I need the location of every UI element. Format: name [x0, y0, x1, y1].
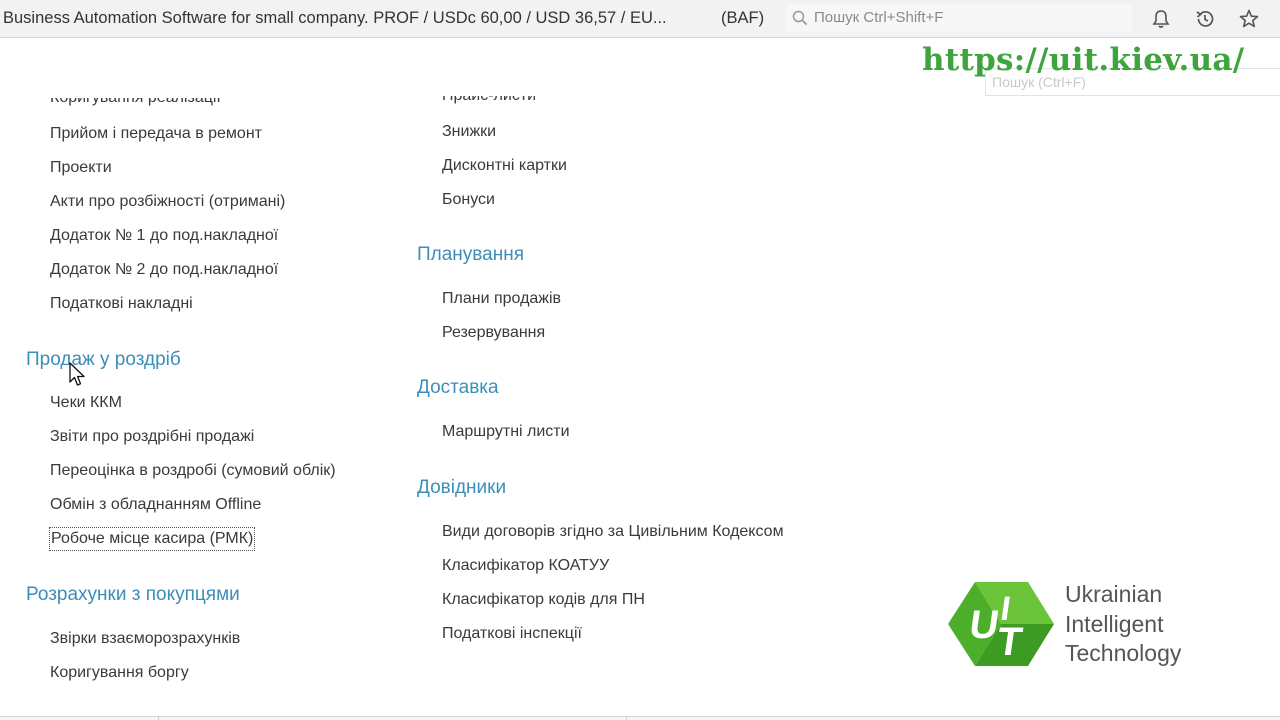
- menu-item-bonuses[interactable]: Бонуси: [442, 191, 495, 209]
- window-tag: (BAF): [721, 9, 765, 27]
- menu-item-discount-cards[interactable]: Дисконтні картки: [442, 157, 567, 175]
- menu-item-retail-reports[interactable]: Звіти про роздрібні продажі: [50, 428, 254, 446]
- uit-logo: U T I: [948, 582, 1054, 666]
- menu-item-appendix-2[interactable]: Додаток № 2 до под.накладної: [50, 261, 278, 279]
- star-icon[interactable]: [1238, 8, 1260, 30]
- menu-item-contract-types[interactable]: Види договорів згідно за Цивільним Кодек…: [442, 523, 784, 541]
- menu-item-koatuu[interactable]: Класифікатор КОАТУУ: [442, 557, 609, 575]
- menu-item-projects[interactable]: Проекти: [50, 159, 112, 177]
- section-retail-title: Продаж у роздріб: [26, 349, 181, 370]
- title-bar: Business Automation Software for small c…: [0, 0, 1280, 38]
- logo-line-2: Intelligent: [1065, 610, 1164, 637]
- mouse-cursor-icon: [69, 362, 85, 386]
- search-icon: [792, 10, 808, 26]
- menu-item-discrepancy-acts[interactable]: Акти про розбіжності (отримані): [50, 193, 285, 211]
- menu-item-sales-plans[interactable]: Плани продажів: [442, 290, 561, 308]
- status-divider: [158, 716, 159, 720]
- section-delivery-title: Доставка: [417, 377, 499, 398]
- menu-item-discounts[interactable]: Знижки: [442, 123, 496, 141]
- bell-icon[interactable]: [1150, 8, 1172, 30]
- menu-item-retail-revaluation[interactable]: Переоцінка в роздробі (сумовий облік): [50, 462, 336, 480]
- logo-line-3: Technology: [1065, 640, 1182, 666]
- menu-item-debt-adjustment[interactable]: Коригування боргу: [50, 664, 189, 682]
- history-icon[interactable]: [1194, 8, 1216, 30]
- section-references-title: Довідники: [417, 477, 507, 498]
- menu-item-offline-exchange[interactable]: Обмін з обладнанням Offline: [50, 496, 261, 514]
- status-divider: [626, 716, 627, 720]
- menu-item-repair[interactable]: Прийом і передача в ремонт: [50, 125, 262, 143]
- menu-item-kkm-receipts[interactable]: Чеки ККМ: [50, 394, 122, 412]
- logo-text: Ukrainian Intelligent Technology: [1065, 580, 1181, 669]
- menu-item-cut-right[interactable]: Прайс-листи: [442, 96, 536, 107]
- watermark-url: https://uit.kiev.ua/: [922, 42, 1245, 78]
- menu-item-route-sheets[interactable]: Маршрутні листи: [442, 423, 570, 441]
- menu-item-tax-invoices[interactable]: Податкові накладні: [50, 295, 193, 313]
- menu-item-pn-codes[interactable]: Класифікатор кодів для ПН: [442, 591, 645, 609]
- menu-item-tax-inspections[interactable]: Податкові інспекції: [442, 625, 582, 643]
- menu-item-cashier-workplace[interactable]: Робоче місце касира (РМК): [49, 527, 256, 551]
- window-title: Business Automation Software for small c…: [3, 9, 667, 27]
- logo-line-1: Ukrainian: [1065, 581, 1163, 607]
- menu-item-cut[interactable]: Коригування реалізації: [50, 98, 221, 109]
- menu-item-reservation[interactable]: Резервування: [442, 324, 545, 342]
- menu-item-reconciliations[interactable]: Звірки взаєморозрахунків: [50, 630, 240, 648]
- menu-item-appendix-1[interactable]: Додаток № 1 до под.накладної: [50, 227, 278, 245]
- global-search-input[interactable]: Пошук Ctrl+Shift+F: [786, 4, 1132, 32]
- section-planning-title: Планування: [417, 244, 525, 265]
- section-settlements-title: Розрахунки з покупцями: [26, 584, 240, 605]
- status-strip: [0, 716, 1280, 720]
- search-placeholder: Пошук Ctrl+Shift+F: [814, 9, 944, 26]
